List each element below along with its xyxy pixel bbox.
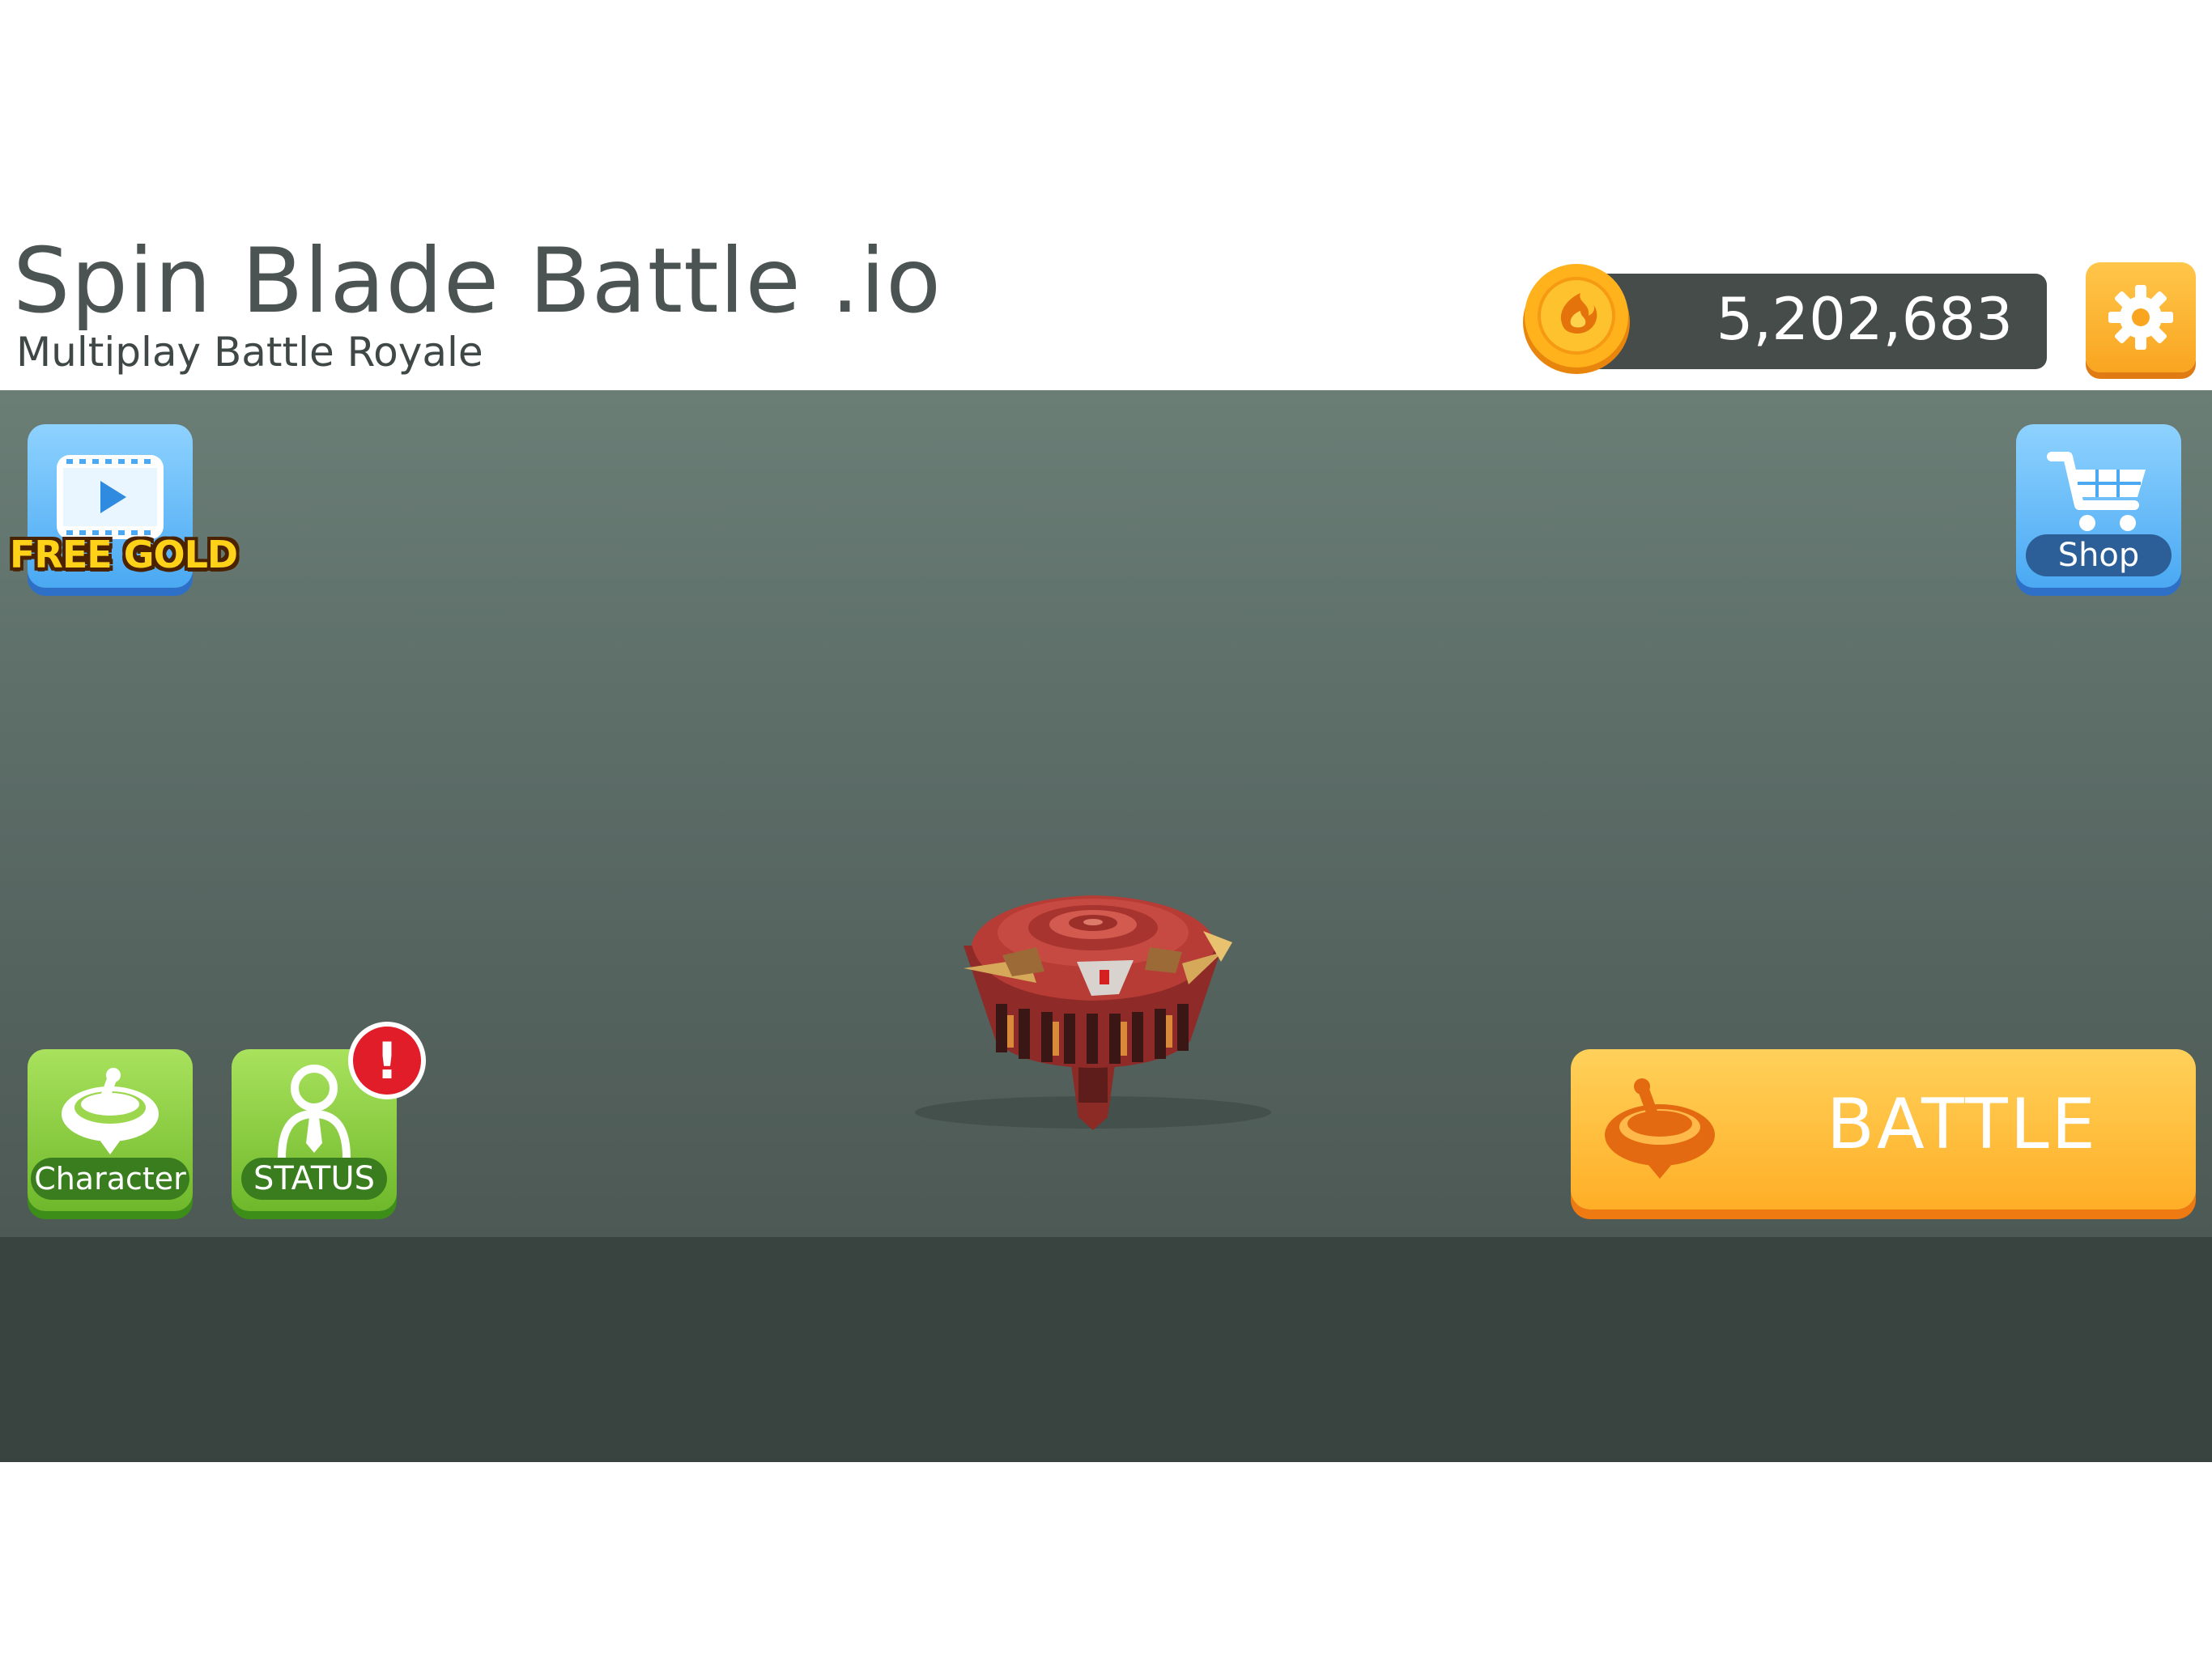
battle-label: BATTLE <box>1827 1084 2098 1165</box>
character-label: Character <box>31 1158 189 1200</box>
settings-button[interactable] <box>2086 262 2196 372</box>
gold-amount: 5,202,683 <box>1716 285 2013 353</box>
shopping-cart-icon <box>2047 452 2146 531</box>
game-title: Spin Blade Battle .io <box>13 229 942 334</box>
status-label: STATUS <box>241 1158 387 1200</box>
spin-blade-model <box>915 895 1271 1130</box>
gold-coin-icon <box>1521 261 1632 376</box>
person-icon <box>278 1065 351 1158</box>
free-gold-button[interactable]: FREE GOLD <box>10 424 238 588</box>
gold-balance-bar: 5,202,683 <box>1587 274 2047 369</box>
game-subtitle: Multiplay Battle Royale <box>16 329 483 376</box>
shop-label: Shop <box>2026 534 2172 576</box>
shop-button[interactable]: Shop <box>2016 424 2181 588</box>
gear-icon <box>2108 285 2173 350</box>
spinning-top-icon <box>1605 1078 1715 1179</box>
free-gold-label: FREE GOLD <box>10 533 238 576</box>
battle-button[interactable]: BATTLE <box>1571 1049 2196 1209</box>
status-alert-badge: ! <box>348 1022 426 1099</box>
character-button[interactable]: Character <box>28 1049 193 1211</box>
video-play-icon <box>57 455 164 539</box>
spinning-top-icon <box>62 1068 159 1154</box>
stage-floor <box>0 1237 2212 1462</box>
